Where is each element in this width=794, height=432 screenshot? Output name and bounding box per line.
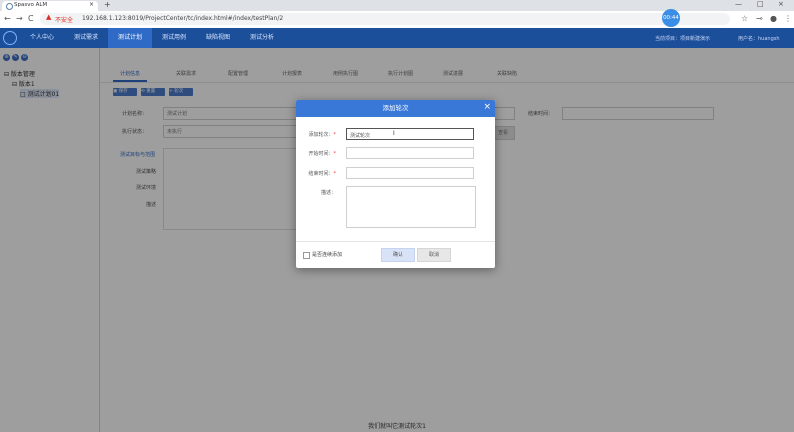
app-logo-icon	[3, 31, 17, 45]
nav-test-requirements[interactable]: 测试需求	[64, 28, 108, 48]
minimize-button[interactable]: —	[735, 0, 742, 8]
profile-icon[interactable]: ●	[770, 14, 777, 23]
required-mark: *	[333, 132, 337, 138]
forward-icon[interactable]: →	[16, 14, 23, 23]
insecure-label: 不安全	[55, 17, 74, 24]
round-input[interactable]: 测试轮次 I	[346, 128, 474, 140]
browser-tab[interactable]: Spasvo ALM ×	[2, 1, 98, 11]
menu-icon[interactable]: ⋮	[784, 14, 792, 23]
favicon-icon	[6, 3, 13, 10]
bookmark-star-icon[interactable]: ☆	[741, 14, 748, 23]
start-time-label-text: 开始时间：	[308, 151, 334, 157]
round-label-text: 添加轮次：	[308, 132, 334, 138]
dialog-end-time-label: 结束时间：*	[296, 170, 336, 177]
video-caption: 我们就叫它测试轮次1	[368, 423, 426, 430]
required-mark: *	[333, 151, 337, 157]
warning-icon: ▲	[46, 13, 52, 21]
tab-title: Spasvo ALM	[14, 2, 48, 8]
reload-icon[interactable]: C	[28, 14, 34, 23]
back-icon[interactable]: ←	[4, 14, 11, 23]
dialog-divider	[296, 241, 495, 242]
dialog-desc-label: 描述：	[320, 190, 336, 196]
close-window-button[interactable]: ×	[778, 0, 784, 8]
text-cursor-icon: I	[393, 130, 395, 137]
user-name[interactable]: 用户名：huangsh	[738, 35, 780, 42]
start-time-label: 开始时间：*	[296, 150, 336, 157]
round-input-value: 测试轮次	[350, 133, 371, 139]
dialog-title: 添加轮次	[382, 104, 409, 112]
new-tab-button[interactable]: +	[104, 0, 111, 9]
recording-timer: 00:44	[662, 9, 680, 27]
tab-close-icon[interactable]: ×	[89, 1, 94, 8]
cancel-button[interactable]: 取消	[417, 248, 451, 262]
continuous-add-label: 是否连续添加	[312, 252, 343, 258]
continuous-add-checkbox[interactable]	[303, 252, 310, 259]
dialog-start-time-input[interactable]	[346, 147, 474, 159]
end-time-label-text: 结束时间：	[308, 171, 334, 177]
confirm-button[interactable]: 确认	[381, 248, 415, 262]
current-project: 当前项目：项目新建演示	[655, 36, 711, 42]
required-mark: *	[333, 171, 337, 177]
nav-test-cases[interactable]: 测试用例	[152, 28, 196, 48]
dialog-close-icon[interactable]: ×	[483, 102, 491, 112]
nav-personal-center[interactable]: 个人中心	[22, 28, 62, 48]
key-icon[interactable]: ⊸	[756, 14, 763, 23]
maximize-button[interactable]: □	[757, 0, 764, 8]
dialog-end-time-input[interactable]	[346, 167, 474, 179]
add-round-dialog: 添加轮次 × 添加轮次：* 测试轮次 I 开始时间：* 结束时间：* 描述： 是否…	[296, 100, 495, 268]
nav-test-plan[interactable]: 测试计划	[108, 28, 152, 48]
nav-defect-view[interactable]: 缺陷视图	[196, 28, 240, 48]
nav-test-analysis[interactable]: 测试分析	[240, 28, 284, 48]
dialog-description-textarea[interactable]	[346, 186, 476, 228]
url-text[interactable]: 192.168.1.123:8019/ProjectCenter/tc/inde…	[82, 15, 283, 22]
round-label: 添加轮次：*	[296, 131, 336, 138]
